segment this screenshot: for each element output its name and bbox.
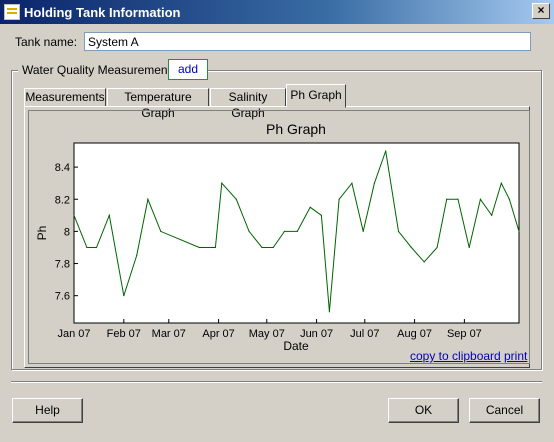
- x-tick-label: Mar 07: [152, 328, 186, 340]
- y-tick-label: 8: [64, 226, 70, 238]
- help-button[interactable]: Help: [12, 398, 83, 423]
- y-tick-label: 8.4: [55, 162, 70, 174]
- tab-salinity-graph[interactable]: Salinity Graph: [210, 88, 286, 120]
- data-point: [423, 261, 425, 263]
- data-point: [248, 230, 250, 232]
- data-point: [283, 230, 286, 232]
- app-icon: [4, 4, 20, 20]
- data-point: [397, 230, 400, 232]
- data-point: [296, 230, 298, 232]
- data-point: [338, 198, 340, 200]
- data-point: [457, 198, 459, 200]
- data-point: [221, 182, 223, 184]
- data-point: [500, 182, 502, 184]
- cancel-button[interactable]: Cancel: [469, 398, 540, 423]
- x-axis-label: Date: [283, 339, 309, 353]
- y-axis-label: Ph: [35, 226, 49, 241]
- data-point: [320, 214, 323, 216]
- data-point: [362, 230, 364, 232]
- close-button[interactable]: ×: [532, 3, 550, 19]
- x-tick-label: Feb 07: [107, 328, 141, 340]
- data-point: [73, 214, 75, 216]
- data-point: [309, 206, 311, 208]
- data-point: [508, 198, 510, 200]
- tab-measurements[interactable]: Measurements: [24, 88, 106, 107]
- x-tick-label: Jan 07: [57, 328, 90, 340]
- tank-name-input[interactable]: System A: [84, 32, 531, 51]
- window-title: Holding Tank Information: [24, 4, 181, 20]
- tab-ph-graph[interactable]: Ph Graph: [286, 84, 346, 108]
- data-point: [261, 246, 263, 249]
- tank-name-label: Tank name:: [15, 35, 78, 49]
- chart-canvas: Ph Graph 7.6 7.8 8 8.2 8.4 Jan 07 Feb 07 Mar 0…: [35, 121, 520, 353]
- title-bar: Holding Tank Information ×: [0, 0, 554, 24]
- data-point: [272, 246, 274, 249]
- data-point: [410, 246, 412, 249]
- data-point: [136, 254, 138, 257]
- x-tick-label: Aug 07: [397, 328, 432, 340]
- y-tick-label: 8.2: [55, 194, 70, 206]
- copy-to-clipboard-link[interactable]: copy to clipboard: [410, 349, 501, 363]
- y-tick-label: 7.6: [55, 291, 70, 303]
- data-point: [328, 311, 331, 313]
- data-point: [491, 214, 493, 216]
- separator: [11, 381, 542, 383]
- data-point: [147, 198, 149, 200]
- data-point: [479, 198, 482, 200]
- data-point: [235, 198, 237, 200]
- data-point: [351, 182, 353, 184]
- data-point: [198, 246, 200, 249]
- print-link[interactable]: print: [504, 349, 528, 363]
- ph-chart: Ph Graph 7.6 7.8 8 8.2 8.4 Jan 07 Feb 07 Mar 0…: [28, 110, 530, 364]
- data-point: [518, 230, 520, 232]
- x-tick-label: Jul 07: [350, 328, 379, 340]
- data-point: [95, 246, 98, 249]
- ok-button[interactable]: OK: [388, 398, 459, 423]
- data-point: [123, 295, 125, 297]
- tab-temperature-graph[interactable]: Temperature Graph: [107, 88, 209, 120]
- x-tick-label: Sep 07: [447, 328, 482, 340]
- close-icon: ×: [537, 3, 545, 17]
- chart-title: Ph Graph: [266, 121, 326, 137]
- data-point: [86, 246, 88, 249]
- x-tick-label: May 07: [249, 328, 285, 340]
- water-quality-legend: Water Quality Measurements: [18, 62, 181, 78]
- data-point: [436, 246, 438, 249]
- data-point: [108, 214, 110, 216]
- data-point: [373, 182, 376, 184]
- data-point: [160, 230, 162, 232]
- x-tick-label: Apr 07: [202, 328, 234, 340]
- y-tick-label: 7.8: [55, 259, 70, 271]
- data-point: [468, 246, 470, 249]
- add-measurement-link[interactable]: add: [168, 59, 208, 80]
- data-point: [446, 198, 448, 200]
- data-point: [385, 150, 387, 152]
- data-point: [214, 246, 216, 249]
